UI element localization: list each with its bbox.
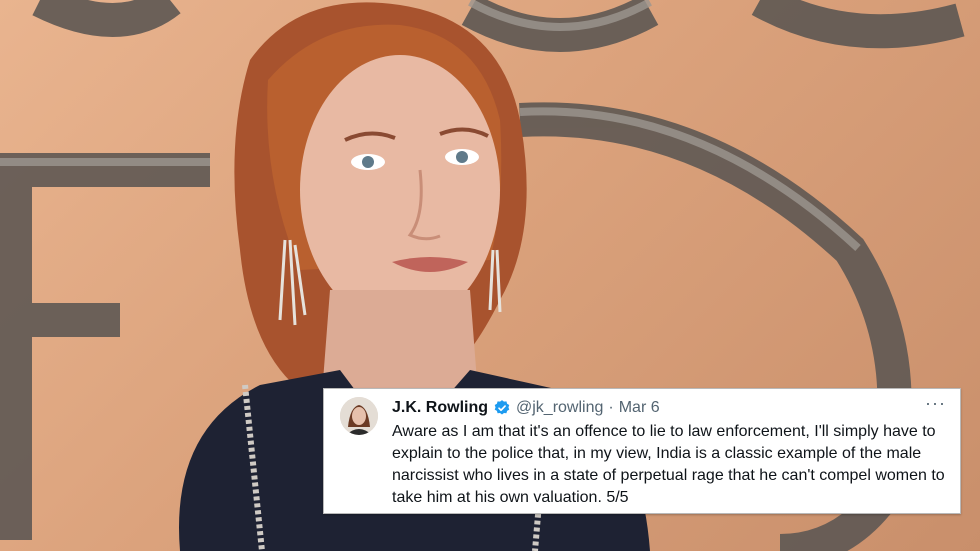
avatar[interactable]: [340, 397, 378, 435]
author-name[interactable]: J.K. Rowling: [392, 399, 488, 417]
tweet-timestamp[interactable]: Mar 6: [619, 399, 660, 417]
tweet-card[interactable]: J.K. Rowling @jk_rowling · Mar 6 ··· Awa…: [323, 388, 961, 514]
more-options-icon[interactable]: ···: [925, 393, 946, 414]
tweet-header: J.K. Rowling @jk_rowling · Mar 6: [392, 397, 660, 419]
tweet-text: Aware as I am that it's an offence to li…: [392, 423, 945, 506]
separator-dot: ·: [608, 399, 614, 416]
author-handle[interactable]: @jk_rowling: [516, 399, 603, 417]
avatar-image: [340, 397, 378, 435]
verified-badge-icon: [493, 399, 511, 417]
